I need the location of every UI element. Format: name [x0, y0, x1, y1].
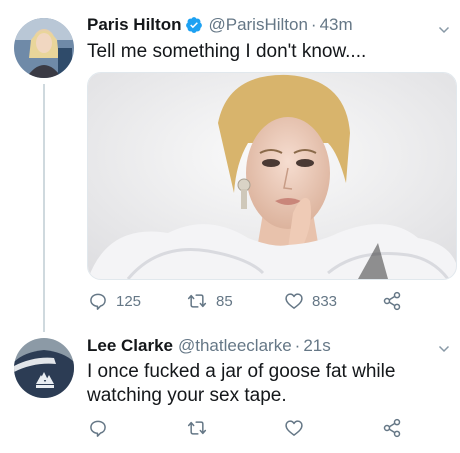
timestamp[interactable]: 43m — [320, 15, 353, 35]
display-name[interactable]: Paris Hilton — [87, 15, 181, 35]
reply-button[interactable]: 125 — [88, 291, 141, 311]
separator-dot: · — [294, 336, 301, 355]
tweet-header: Lee Clarke @thatleeclarke · 21s — [87, 336, 331, 356]
like-button[interactable]: 833 — [284, 291, 337, 311]
retweet-icon — [187, 294, 207, 308]
avatar[interactable] — [14, 338, 74, 398]
share-button[interactable] — [382, 291, 402, 311]
tweet-header: Paris Hilton @ParisHilton · 43m — [87, 15, 353, 35]
display-name[interactable]: Lee Clarke — [87, 336, 173, 356]
retweet-button[interactable] — [186, 418, 208, 438]
tweet-text: Tell me something I don't know.... — [87, 41, 367, 62]
share-button[interactable] — [382, 418, 402, 438]
reply-icon — [90, 293, 106, 310]
heart-icon — [285, 293, 303, 309]
handle[interactable]: @ParisHilton — [208, 15, 307, 35]
handle[interactable]: @thatleeclarke — [178, 336, 292, 356]
reply-button[interactable] — [88, 418, 108, 438]
reply-icon — [90, 420, 106, 437]
chevron-down-icon[interactable] — [438, 24, 450, 36]
chevron-down-icon[interactable] — [438, 343, 450, 355]
reply-count: 125 — [116, 292, 142, 310]
share-icon — [383, 291, 401, 311]
heart-icon — [285, 420, 303, 436]
separator-dot: · — [310, 15, 317, 34]
thread-connector-line — [43, 84, 45, 332]
tweet-photo[interactable] — [87, 72, 457, 280]
timestamp[interactable]: 21s — [303, 336, 330, 356]
retweet-button[interactable]: 85 — [186, 291, 233, 311]
retweet-count: 85 — [216, 292, 233, 310]
retweet-icon — [187, 421, 207, 435]
tweet-text: I once fucked a jar of goose fat while w… — [87, 361, 396, 406]
verified-badge-icon — [185, 16, 203, 34]
avatar[interactable] — [14, 18, 74, 78]
like-button[interactable] — [284, 418, 304, 438]
share-icon — [383, 418, 401, 438]
like-count: 833 — [312, 292, 338, 310]
